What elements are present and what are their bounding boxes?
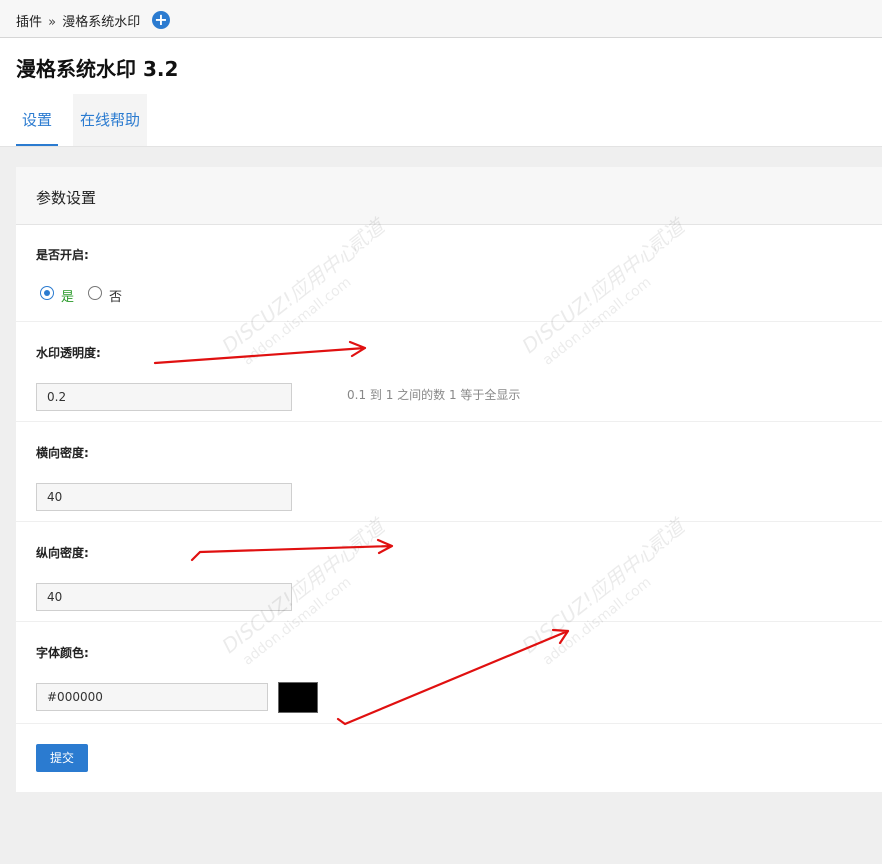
font-color-label: 字体颜色: — [36, 646, 89, 660]
tab-settings[interactable]: 设置 — [16, 94, 58, 146]
panel-title: 参数设置 — [36, 189, 97, 207]
h-density-label: 横向密度: — [36, 446, 89, 460]
breadcrumb-separator: » — [48, 15, 57, 30]
font-color-input[interactable]: #000000 — [36, 683, 268, 711]
divider — [16, 421, 882, 422]
settings-panel: 参数设置 是否开启: 是 否 水印透明度: 0.2 0.1 到 1 之间的数 1… — [16, 167, 882, 792]
opacity-input[interactable]: 0.2 — [36, 383, 292, 411]
breadcrumb: 插件 » 漫格系统水印 — [16, 11, 140, 30]
divider — [16, 521, 882, 522]
divider — [16, 321, 882, 322]
enable-no-radio[interactable] — [88, 286, 102, 300]
enable-label: 是否开启: — [36, 248, 89, 262]
h-density-input[interactable]: 40 — [36, 483, 292, 511]
enable-yes-label[interactable]: 是 — [61, 286, 74, 305]
opacity-hint: 0.1 到 1 之间的数 1 等于全显示 — [347, 388, 521, 402]
divider — [16, 621, 882, 622]
breadcrumb-root[interactable]: 插件 — [16, 15, 42, 30]
enable-no-label[interactable]: 否 — [109, 286, 122, 305]
enable-yes-radio[interactable] — [40, 286, 54, 300]
tab-online-help[interactable]: 在线帮助 — [73, 94, 147, 146]
page-title: 漫格系统水印 3.2 — [16, 57, 179, 81]
divider — [16, 723, 882, 724]
add-plus-icon[interactable]: + — [152, 11, 170, 29]
page-header: 漫格系统水印 3.2 设置 在线帮助 — [0, 38, 882, 147]
panel-header: 参数设置 — [16, 167, 882, 225]
breadcrumb-current[interactable]: 漫格系统水印 — [62, 15, 140, 30]
top-breadcrumb-bar: 插件 » 漫格系统水印 + — [0, 0, 882, 38]
opacity-label: 水印透明度: — [36, 346, 101, 360]
v-density-label: 纵向密度: — [36, 546, 89, 560]
color-swatch[interactable] — [278, 682, 318, 713]
submit-button[interactable]: 提交 — [36, 744, 88, 772]
